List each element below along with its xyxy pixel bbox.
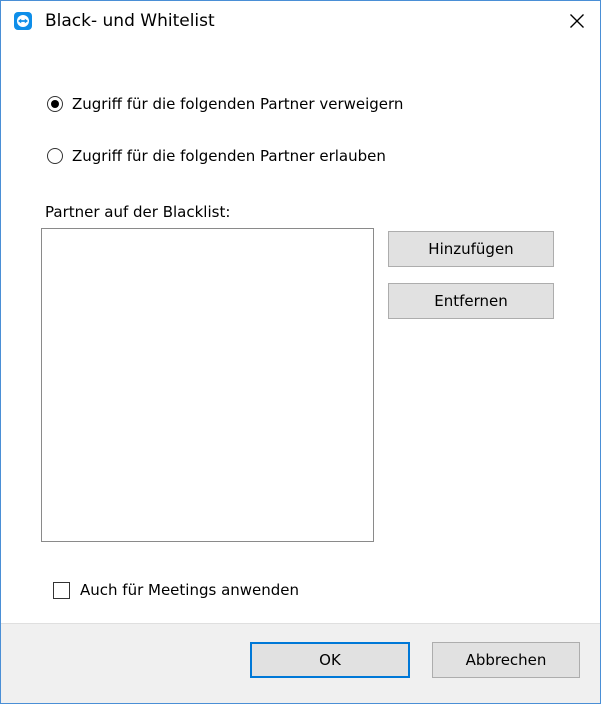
radio-deny-indicator[interactable] (47, 96, 63, 112)
apply-to-meetings-option[interactable]: Auch für Meetings anwenden (53, 579, 299, 601)
cancel-button[interactable]: Abbrechen (432, 642, 580, 678)
radio-allow-access[interactable]: Zugriff für die folgenden Partner erlaub… (47, 145, 386, 167)
apply-to-meetings-label: Auch für Meetings anwenden (80, 581, 300, 599)
partner-list-label: Partner auf der Blacklist: (45, 203, 231, 221)
ok-button[interactable]: OK (250, 642, 410, 678)
black-whitelist-dialog: Black- und Whitelist Zugriff für die fol… (0, 0, 601, 704)
radio-allow-indicator[interactable] (47, 148, 63, 164)
title-bar[interactable]: Black- und Whitelist (1, 1, 600, 41)
apply-to-meetings-checkbox[interactable] (53, 581, 70, 599)
partner-listbox[interactable] (41, 228, 374, 542)
close-icon (569, 14, 584, 28)
radio-deny-label: Zugriff für die folgenden Partner verwei… (72, 95, 404, 113)
radio-allow-label: Zugriff für die folgenden Partner erlaub… (72, 147, 386, 165)
dialog-footer: OK Abbrechen (1, 623, 600, 703)
add-button[interactable]: Hinzufügen (388, 231, 554, 267)
close-button[interactable] (553, 1, 600, 41)
radio-deny-access[interactable]: Zugriff für die folgenden Partner verwei… (47, 93, 403, 115)
teamviewer-icon (14, 12, 32, 30)
remove-button[interactable]: Entfernen (388, 283, 554, 319)
window-title: Black- und Whitelist (45, 11, 215, 31)
